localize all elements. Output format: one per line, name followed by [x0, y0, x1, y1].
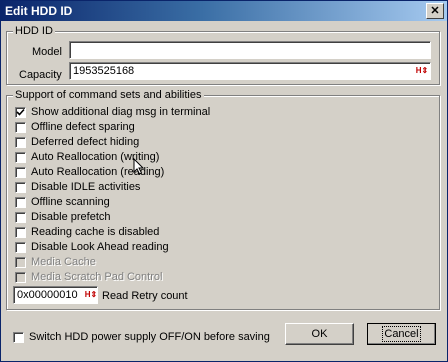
support-option-checkbox[interactable] — [15, 106, 26, 118]
support-option-checkbox[interactable] — [15, 226, 26, 238]
title-bar[interactable]: Edit HDD ID ✕ — [1, 1, 447, 21]
edit-hdd-id-dialog: Edit HDD ID ✕ HDD ID Model Capacity 1953… — [0, 0, 448, 362]
mouse-cursor-icon — [133, 158, 145, 175]
retry-count-label: Read Retry count — [102, 290, 188, 302]
cancel-label: Cancel — [382, 326, 421, 342]
dialog-title: Edit HDD ID — [5, 4, 73, 18]
support-option-checkbox[interactable] — [15, 211, 26, 223]
support-option-label: Media Cache — [31, 256, 96, 268]
support-option-checkbox — [15, 256, 26, 268]
support-option-row[interactable]: Offline scanning — [15, 195, 110, 209]
power-cycle-checkbox-row[interactable]: Switch HDD power supply OFF/ON before sa… — [13, 330, 270, 344]
support-option-label: Offline scanning — [31, 196, 110, 208]
support-option-label: Media Scratch Pad Control — [31, 271, 163, 283]
support-option-label: Show additional diag msg in terminal — [31, 106, 211, 118]
ok-button[interactable]: OK — [285, 323, 354, 345]
checkmark-icon — [16, 108, 25, 116]
support-legend: Support of command sets and abilities — [13, 89, 204, 101]
close-button[interactable]: ✕ — [426, 3, 444, 19]
ok-label: OK — [311, 328, 328, 340]
cancel-button[interactable]: Cancel — [367, 323, 436, 345]
support-option-checkbox[interactable] — [15, 166, 26, 178]
retry-hex-toggle-icon[interactable]: H⇕ — [84, 289, 98, 301]
support-option-row[interactable]: Offline defect sparing — [15, 120, 135, 134]
support-option-label: Disable IDLE activities — [31, 181, 141, 193]
power-cycle-label: Switch HDD power supply OFF/ON before sa… — [29, 331, 270, 343]
support-option-checkbox[interactable] — [15, 151, 26, 163]
retry-count-value: 0x00000010 — [17, 289, 78, 301]
capacity-label: Capacity — [19, 69, 62, 81]
support-option-row: Media Cache — [15, 255, 96, 269]
support-option-label: Offline defect sparing — [31, 121, 135, 133]
support-option-checkbox[interactable] — [15, 196, 26, 208]
support-option-label: Disable prefetch — [31, 211, 111, 223]
support-option-checkbox — [15, 271, 26, 283]
support-option-label: Disable Look Ahead reading — [31, 241, 169, 253]
support-option-row[interactable]: Show additional diag msg in terminal — [15, 105, 210, 119]
model-field[interactable] — [69, 41, 431, 59]
support-option-checkbox[interactable] — [15, 241, 26, 253]
capacity-value: 1953525168 — [73, 65, 135, 77]
support-option-checkbox[interactable] — [15, 136, 26, 148]
support-option-label: Deferred defect hiding — [31, 136, 140, 148]
support-option-row[interactable]: Deferred defect hiding — [15, 135, 139, 149]
capacity-field[interactable]: 1953525168 — [69, 62, 431, 80]
support-option-row: Media Scratch Pad Control — [15, 270, 162, 284]
support-option-row[interactable]: Reading cache is disabled — [15, 225, 159, 239]
support-option-row[interactable]: Disable Look Ahead reading — [15, 240, 169, 254]
support-option-label: Reading cache is disabled — [31, 226, 160, 238]
support-option-checkbox[interactable] — [15, 181, 26, 193]
close-icon: ✕ — [430, 5, 440, 17]
model-label: Model — [32, 46, 62, 58]
support-option-checkbox[interactable] — [15, 121, 26, 133]
support-option-row[interactable]: Disable IDLE activities — [15, 180, 140, 194]
capacity-hex-toggle-icon[interactable]: H⇕ — [415, 65, 429, 77]
power-cycle-checkbox[interactable] — [13, 331, 24, 343]
hdd-id-legend: HDD ID — [13, 25, 55, 37]
support-option-row[interactable]: Disable prefetch — [15, 210, 111, 224]
